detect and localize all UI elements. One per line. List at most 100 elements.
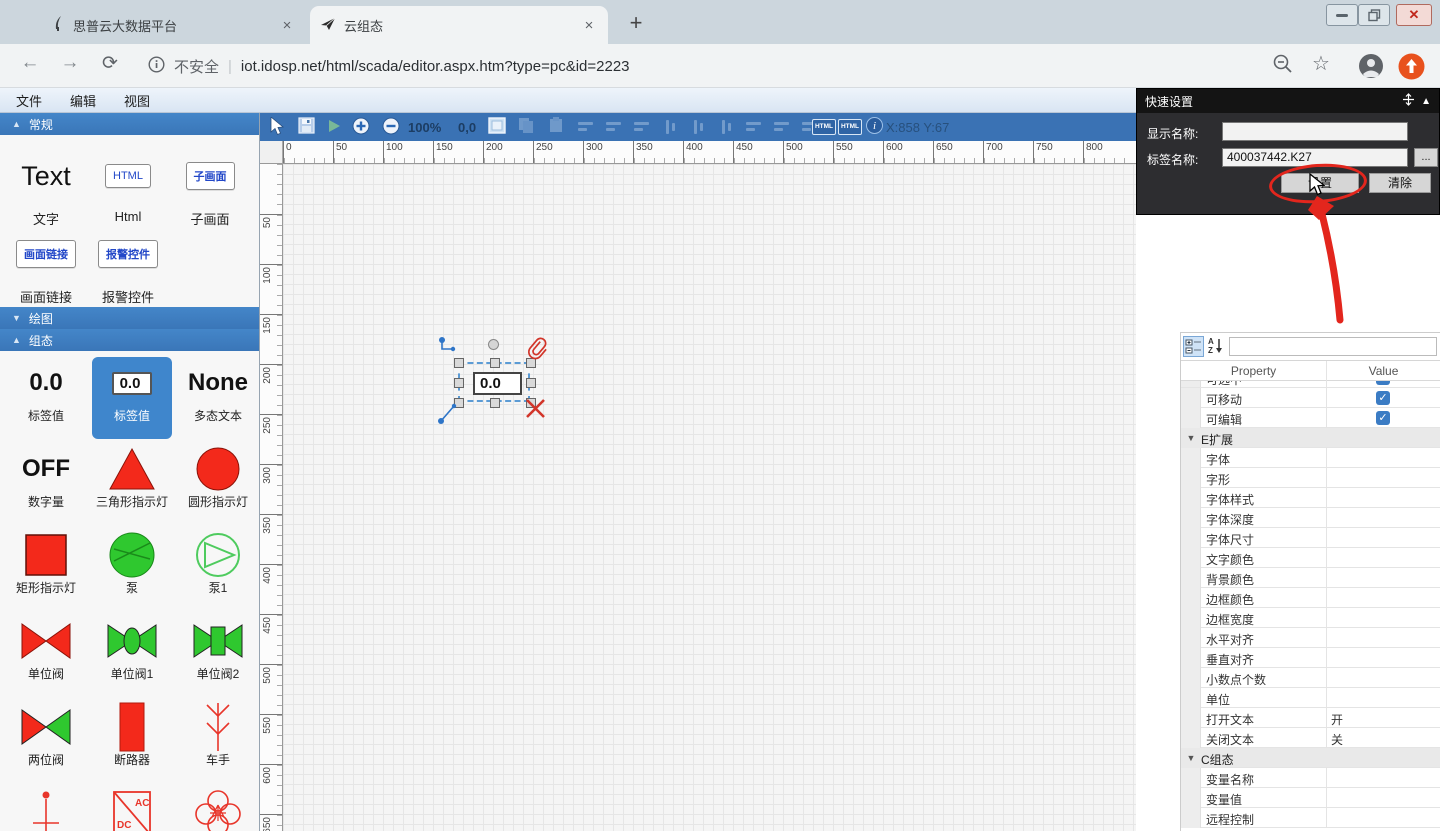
info-circle-icon[interactable]: i (866, 117, 883, 139)
property-row[interactable]: 字体深度 (1181, 508, 1440, 528)
browse-tags-button[interactable]: ... (1414, 148, 1438, 167)
property-section-row[interactable]: ▼C组态 (1181, 748, 1440, 768)
checkbox-checked-icon[interactable]: ✓ (1376, 411, 1390, 425)
profile-avatar[interactable] (1358, 53, 1384, 84)
palette-item-4[interactable]: 画面链接画面链接 (4, 231, 88, 306)
scada-item-断路器[interactable]: 断路器 (92, 701, 172, 783)
scada-item-逆变器[interactable]: ACDC逆变器 (92, 787, 172, 831)
resize-handle[interactable] (490, 358, 500, 368)
checkbox-checked-icon[interactable]: ✓ (1376, 391, 1390, 405)
resize-handle[interactable] (454, 378, 464, 388)
canvas-settings-icon[interactable] (488, 117, 506, 139)
scada-item-单位阀[interactable]: 单位阀 (6, 615, 86, 697)
column-header-property[interactable]: Property (1181, 364, 1326, 378)
align-icon-7[interactable] (746, 120, 764, 134)
scada-item-圆形指示灯[interactable]: 圆形指示灯 (178, 443, 258, 525)
align-icon-8[interactable] (774, 120, 792, 134)
property-row[interactable]: 边框宽度 (1181, 608, 1440, 628)
align-icon-1[interactable] (578, 120, 596, 134)
property-row[interactable]: 字体样式 (1181, 488, 1440, 508)
property-row[interactable]: 字体尺寸 (1181, 528, 1440, 548)
property-row[interactable]: 文字颜色 (1181, 548, 1440, 568)
property-row[interactable]: 关闭文本关 (1181, 728, 1440, 748)
alphabetical-sort-icon[interactable]: AZ (1206, 336, 1227, 357)
zoom-out-page-icon[interactable] (1272, 53, 1294, 80)
connector-line-icon[interactable] (438, 402, 458, 429)
select-cursor-icon[interactable] (270, 117, 285, 141)
design-canvas[interactable]: 0.0 (283, 164, 1136, 831)
delete-icon[interactable] (525, 398, 546, 424)
scada-item-标签值[interactable]: 0.0标签值 (6, 357, 86, 439)
property-section-row[interactable]: ▼E扩展 (1181, 428, 1440, 448)
paste-icon[interactable] (548, 117, 564, 139)
palette-item-5[interactable]: 报警控件报警控件 (86, 231, 170, 306)
info-icon[interactable] (148, 56, 165, 77)
save-icon[interactable] (298, 117, 315, 139)
scada-item-车手[interactable]: 车手 (178, 701, 258, 783)
property-row[interactable]: 可移动✓ (1181, 388, 1440, 408)
tab-close-icon[interactable]: × (580, 17, 598, 34)
zoom-in-icon[interactable] (352, 117, 370, 140)
window-minimize-button[interactable] (1326, 4, 1358, 26)
browser-update-icon[interactable] (1398, 53, 1425, 85)
zoom-out-icon[interactable] (382, 117, 400, 140)
property-row[interactable]: 小数点个数 (1181, 668, 1440, 688)
property-row[interactable]: 可选中✓ (1181, 381, 1440, 388)
scada-item-PT[interactable]: PT (178, 787, 258, 831)
bookmark-star-icon[interactable]: ☆ (1312, 51, 1330, 76)
property-filter-box[interactable] (1229, 337, 1437, 356)
menu-item-1[interactable]: 文件 (16, 91, 42, 110)
property-row[interactable]: 字体 (1181, 448, 1440, 468)
property-row[interactable]: 单位 (1181, 688, 1440, 708)
scada-item-数字量[interactable]: OFF数字量 (6, 443, 86, 525)
section-collapse-icon[interactable]: ▼ (1181, 428, 1201, 448)
scada-item-两位阀[interactable]: 两位阀 (6, 701, 86, 783)
categorized-view-icon[interactable] (1183, 336, 1204, 357)
menu-item-3[interactable]: 视图 (124, 91, 150, 110)
resize-handle[interactable] (490, 398, 500, 408)
scada-item-单位阀1[interactable]: 单位阀1 (92, 615, 172, 697)
palette-item-2[interactable]: HTMLHtml (86, 153, 170, 224)
back-icon[interactable]: ← (16, 52, 44, 74)
scada-item-刀闸[interactable]: 刀闸 (6, 787, 86, 831)
align-icon-6[interactable] (718, 120, 736, 134)
dock-icon[interactable] (1402, 93, 1415, 109)
property-row[interactable]: 边框颜色 (1181, 588, 1440, 608)
reload-icon[interactable]: ⟳ (96, 52, 124, 75)
property-row[interactable]: 远程控制 (1181, 808, 1440, 828)
align-icon-2[interactable] (606, 120, 624, 134)
connector-elbow-icon[interactable] (438, 336, 458, 361)
tag-value-element[interactable]: 0.0 (473, 372, 522, 395)
new-tab-button[interactable]: + (622, 10, 650, 38)
palette-section-drawing[interactable]: ▼ 绘图 (0, 307, 260, 329)
palette-section-general[interactable]: ▲ 常规 (0, 113, 260, 135)
html-source-icon[interactable]: HTML (812, 119, 836, 135)
property-row[interactable]: 字形 (1181, 468, 1440, 488)
property-row[interactable]: 变量值 (1181, 788, 1440, 808)
run-icon[interactable] (328, 119, 341, 138)
property-row[interactable]: 变量名称 (1181, 768, 1440, 788)
resize-handle[interactable] (526, 378, 536, 388)
palette-section-scada[interactable]: ▲ 组态 (0, 329, 260, 351)
property-row[interactable]: 可编辑✓ (1181, 408, 1440, 428)
menu-item-2[interactable]: 编辑 (70, 91, 96, 110)
scada-item-泵[interactable]: 泵 (92, 529, 172, 611)
checkbox-checked-icon[interactable]: ✓ (1376, 381, 1390, 385)
window-restore-button[interactable] (1358, 4, 1390, 26)
scada-item-三角形指示灯[interactable]: 三角形指示灯 (92, 443, 172, 525)
scada-item-泵1[interactable]: 泵1 (178, 529, 258, 611)
quick-settings-header[interactable]: 快速设置 ▲ (1137, 89, 1439, 113)
scada-item-矩形指示灯[interactable]: 矩形指示灯 (6, 529, 86, 611)
property-row[interactable]: 水平对齐 (1181, 628, 1440, 648)
html-preview-icon[interactable]: HTML (838, 119, 862, 135)
tab-scada-editor[interactable]: 云组态 × (310, 6, 608, 44)
scada-item-单位阀2[interactable]: 单位阀2 (178, 615, 258, 697)
property-row[interactable]: 背景颜色 (1181, 568, 1440, 588)
copy-icon[interactable] (518, 117, 534, 139)
tab-close-icon[interactable]: × (278, 17, 296, 34)
display-name-input[interactable] (1222, 122, 1408, 141)
forward-icon[interactable]: → (56, 52, 84, 74)
window-close-button[interactable]: ✕ (1396, 4, 1432, 26)
rotate-handle[interactable] (488, 339, 499, 350)
bind-tag-icon[interactable] (527, 337, 549, 366)
